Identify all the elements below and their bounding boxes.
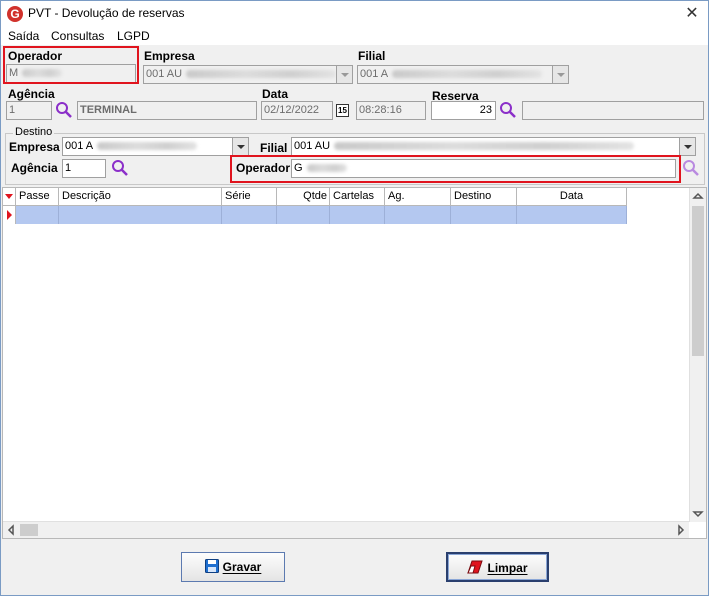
menu-saida[interactable]: Saída xyxy=(8,29,39,43)
agencia-label: Agência xyxy=(8,87,55,101)
operador-highlight-box xyxy=(3,46,139,84)
current-row-arrow-icon xyxy=(7,210,12,220)
vertical-scrollbar[interactable] xyxy=(689,188,706,522)
save-button[interactable]: Gravar xyxy=(181,552,285,582)
agencia-name-field: TERMINAL xyxy=(77,101,257,120)
chevron-down-icon[interactable] xyxy=(679,138,695,155)
table-row[interactable] xyxy=(277,206,330,224)
destino-operador-highlight-box xyxy=(230,155,681,183)
table-row[interactable] xyxy=(16,206,59,224)
menu-bar: Saída Consultas LGPD xyxy=(1,27,708,45)
close-icon[interactable]: ✕ xyxy=(682,4,702,24)
sort-arrow-icon xyxy=(5,194,13,199)
window-title: PVT - Devolução de reservas xyxy=(28,6,185,20)
chevron-down-icon[interactable] xyxy=(552,66,568,83)
table-row[interactable] xyxy=(385,206,451,224)
col-header-data[interactable]: Data xyxy=(517,188,627,206)
destino-agencia-input[interactable]: 1 xyxy=(62,159,106,178)
grid-corner xyxy=(3,188,16,206)
empresa-combo[interactable]: 001 AU xyxy=(143,65,353,84)
col-header-ag[interactable]: Ag. xyxy=(385,188,451,206)
data-field[interactable]: 02/12/2022 xyxy=(261,101,333,120)
eraser-icon xyxy=(467,560,484,574)
save-button-label: Gravar xyxy=(222,560,262,574)
search-icon[interactable] xyxy=(111,159,129,177)
col-header-descricao[interactable]: Descrição xyxy=(59,188,222,206)
title-bar: G PVT - Devolução de reservas ✕ xyxy=(1,1,708,27)
col-header-passe[interactable]: Passe xyxy=(16,188,59,206)
destino-empresa-combo[interactable]: 001 A xyxy=(62,137,249,156)
table-row[interactable] xyxy=(517,206,627,224)
floppy-disk-icon xyxy=(204,559,219,573)
scroll-left-icon[interactable] xyxy=(3,522,19,538)
scroll-right-icon[interactable] xyxy=(673,522,689,538)
data-label: Data xyxy=(262,87,289,101)
destino-group-label: Destino xyxy=(13,126,55,138)
scroll-down-icon[interactable] xyxy=(690,506,706,522)
search-icon[interactable] xyxy=(55,101,73,119)
menu-lgpd[interactable]: LGPD xyxy=(117,29,150,43)
reservas-grid[interactable]: Passe Descrição Série Qtde Cartelas Ag. … xyxy=(2,187,707,539)
agencia-field: 1 xyxy=(6,101,52,120)
col-header-destino[interactable]: Destino xyxy=(451,188,517,206)
time-field: 08:28:16 xyxy=(356,101,426,120)
empresa-label: Empresa xyxy=(144,49,195,63)
scroll-up-icon[interactable] xyxy=(690,188,706,204)
reserva-extra-field xyxy=(522,101,704,120)
destino-filial-label: Filial xyxy=(260,141,288,155)
filial-label: Filial xyxy=(358,49,386,63)
destino-filial-combo[interactable]: 001 AU xyxy=(291,137,696,156)
table-row[interactable] xyxy=(330,206,385,224)
destino-empresa-label: Empresa xyxy=(9,140,60,154)
table-row[interactable] xyxy=(451,206,517,224)
clear-button[interactable]: Limpar xyxy=(446,552,549,582)
chevron-down-icon[interactable] xyxy=(232,138,248,155)
horizontal-scroll-thumb[interactable] xyxy=(20,524,38,536)
horizontal-scrollbar[interactable] xyxy=(3,521,689,538)
search-icon[interactable] xyxy=(682,159,700,177)
app-logo-icon: G xyxy=(7,6,23,22)
menu-consultas[interactable]: Consultas xyxy=(51,29,104,43)
table-row[interactable] xyxy=(59,206,222,224)
filial-combo[interactable]: 001 A xyxy=(357,65,569,84)
table-row[interactable] xyxy=(222,206,277,224)
search-icon[interactable] xyxy=(499,101,517,119)
col-header-cartelas[interactable]: Cartelas xyxy=(330,188,385,206)
reserva-input[interactable]: 23 xyxy=(431,101,496,120)
calendar-icon[interactable]: 15 xyxy=(336,104,349,117)
chevron-down-icon[interactable] xyxy=(336,66,352,83)
main-window: G PVT - Devolução de reservas ✕ Saída Co… xyxy=(0,0,709,596)
row-indicator xyxy=(3,206,16,224)
clear-button-label: Limpar xyxy=(487,561,528,575)
destino-agencia-label: Agência xyxy=(11,161,58,175)
col-header-serie[interactable]: Série xyxy=(222,188,277,206)
col-header-qtde[interactable]: Qtde xyxy=(277,188,330,206)
vertical-scroll-thumb[interactable] xyxy=(692,206,704,356)
